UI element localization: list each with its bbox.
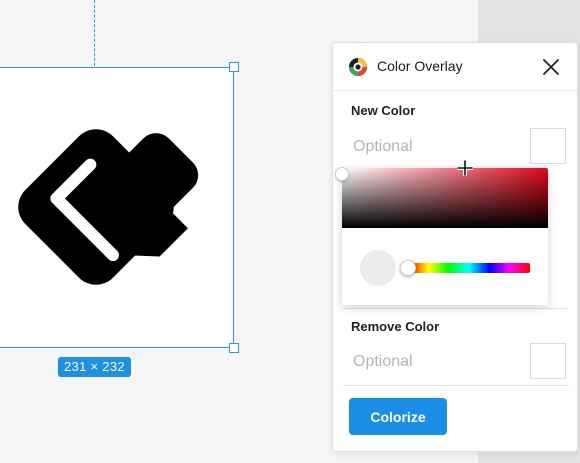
remove-color-label: Remove Color <box>351 319 440 334</box>
hue-slider[interactable] <box>408 263 530 273</box>
section-divider <box>343 385 569 386</box>
colorize-button[interactable]: Colorize <box>349 398 447 435</box>
section-divider <box>343 308 569 309</box>
new-color-swatch[interactable] <box>530 128 566 164</box>
new-color-input[interactable] <box>345 130 531 164</box>
color-picker-popover <box>335 167 548 305</box>
move-cursor-icon <box>457 160 473 176</box>
new-color-label: New Color <box>351 103 416 118</box>
resize-handle-top-right[interactable] <box>229 62 239 72</box>
panel-header: Color Overlay <box>333 43 577 91</box>
color-preview <box>360 250 396 286</box>
check-diamond-logo[interactable] <box>0 112 200 302</box>
size-badge: 231 × 232 <box>58 357 131 377</box>
hue-slider-handle[interactable] <box>400 260 416 276</box>
saturation-value-handle[interactable] <box>335 167 349 181</box>
remove-color-input[interactable] <box>345 345 531 379</box>
saturation-value-area[interactable] <box>342 168 548 228</box>
panel-title: Color Overlay <box>377 58 463 74</box>
resize-handle-bottom-right[interactable] <box>229 343 239 353</box>
remove-color-swatch[interactable] <box>530 343 566 379</box>
close-icon[interactable] <box>539 55 563 79</box>
color-wheel-icon <box>349 58 367 76</box>
alignment-guide <box>94 0 95 66</box>
